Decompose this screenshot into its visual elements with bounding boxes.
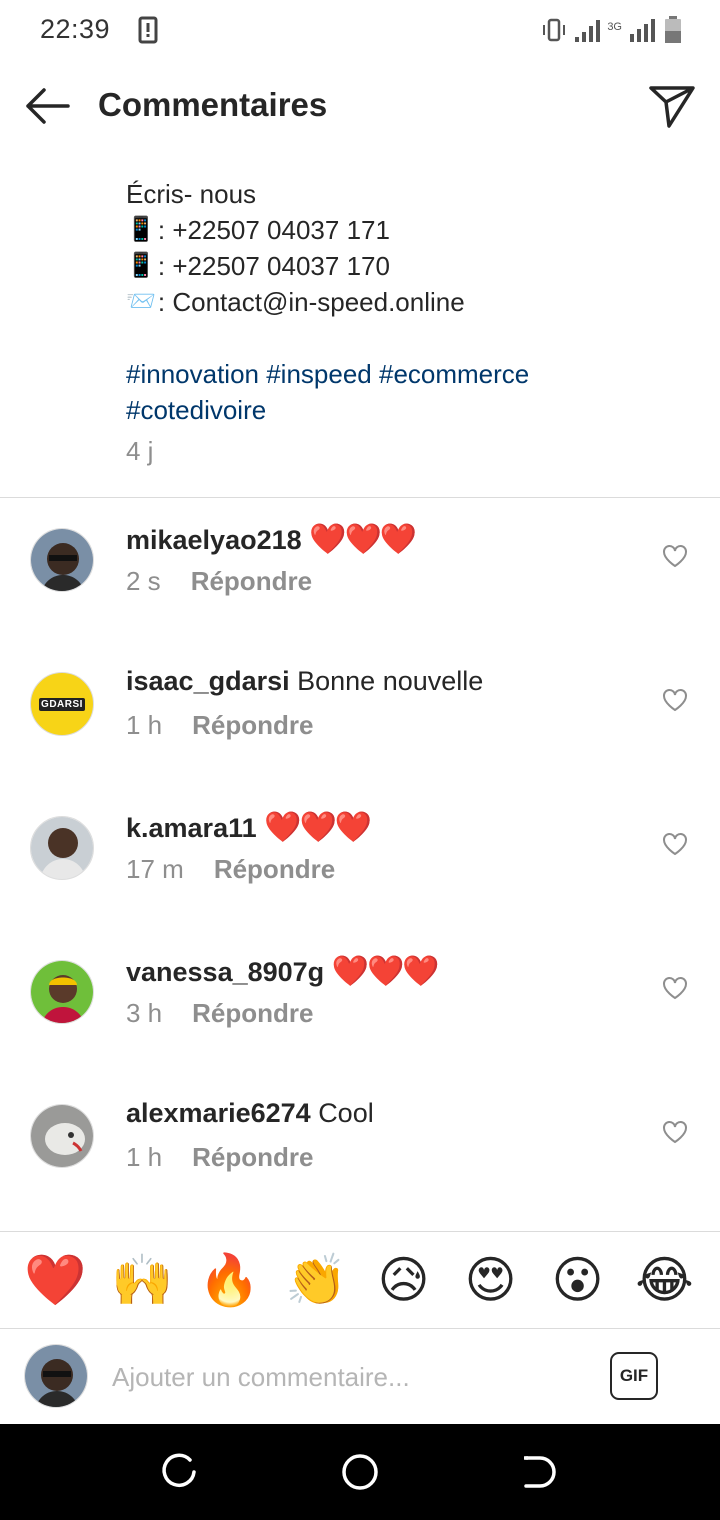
- reply-button[interactable]: Répondre: [192, 710, 313, 740]
- envelope-icon: 📨: [126, 288, 156, 315]
- avatar[interactable]: [30, 816, 94, 880]
- comment-meta: 17 m Répondre: [126, 854, 335, 885]
- comment-time: 17 m: [126, 854, 184, 884]
- comment-body: Bonne nouvelle: [297, 666, 484, 696]
- status-icons: 3G: [541, 16, 682, 49]
- comment-text: isaac_gdarsi Bonne nouvelle: [126, 666, 483, 697]
- heart-outline-icon[interactable]: [662, 1120, 690, 1146]
- reply-button[interactable]: Répondre: [214, 854, 335, 884]
- emoji-reactions-bar: ❤️ 🙌 🔥 👏 😥 😍 😮 😂: [0, 1232, 720, 1328]
- comment-meta: 2 s Répondre: [126, 566, 312, 597]
- caption-phone-1: : +22507 04037 171: [157, 215, 390, 245]
- comment-username[interactable]: k.amara11: [126, 813, 257, 843]
- signal-icon-2: [630, 17, 656, 48]
- comment-time: 1 h: [126, 1142, 163, 1172]
- comment-text: mikaelyao218 ❤️❤️❤️: [126, 522, 417, 557]
- reaction-surprised-emoji[interactable]: 😮: [543, 1250, 613, 1310]
- hashtags-link[interactable]: #innovation #inspeed #ecommerce: [126, 356, 696, 392]
- phone-notification-icon: [138, 16, 158, 49]
- comment-time: 2 s: [126, 566, 161, 596]
- reaction-raised-hands-emoji[interactable]: 🙌: [108, 1250, 178, 1310]
- mobile-phone-icon: 📱: [126, 252, 156, 279]
- status-bar: 22:39 3G: [0, 0, 720, 60]
- heart-outline-icon[interactable]: [662, 832, 690, 858]
- comment-item: mikaelyao218 ❤️❤️❤️ 2 s Répondre: [0, 523, 720, 672]
- comment-body: ❤️❤️❤️: [331, 955, 440, 988]
- reply-button[interactable]: Répondre: [192, 1142, 313, 1172]
- avatar[interactable]: GDARSI: [30, 672, 94, 736]
- system-nav-bar: [0, 1424, 720, 1520]
- avatar[interactable]: [30, 528, 94, 592]
- comment-item: k.amara11 ❤️❤️❤️ 17 m Répondre: [0, 811, 720, 960]
- comment-text: k.amara11 ❤️❤️❤️: [126, 810, 372, 845]
- hashtags-link[interactable]: #cotedivoire: [126, 392, 696, 428]
- reply-button[interactable]: Répondre: [192, 998, 313, 1028]
- reaction-fire-emoji[interactable]: 🔥: [195, 1250, 265, 1310]
- reaction-sad-emoji[interactable]: 😥: [369, 1250, 439, 1310]
- comment-item: alexmarie6274 Cool 1 h Répondre: [0, 1098, 720, 1248]
- comment-item: vanessa_8907g ❤️❤️❤️ 3 h Répondre: [0, 955, 720, 1104]
- reaction-laughing-emoji[interactable]: 😂: [630, 1250, 700, 1310]
- comment-input[interactable]: [110, 1354, 594, 1400]
- caption-line: 📱: +22507 04037 171: [126, 212, 696, 248]
- comment-username[interactable]: isaac_gdarsi: [126, 666, 290, 696]
- heart-outline-icon[interactable]: [662, 976, 690, 1002]
- status-time: 22:39: [40, 14, 111, 44]
- divider: [0, 497, 720, 498]
- comment-body: ❤️❤️❤️: [264, 811, 372, 844]
- signal-icon: [575, 17, 605, 48]
- vibrate-icon: [541, 17, 567, 48]
- comment-text: alexmarie6274 Cool: [126, 1098, 374, 1129]
- comment-text: vanessa_8907g ❤️❤️❤️: [126, 954, 440, 989]
- heart-outline-icon[interactable]: [662, 688, 690, 714]
- reaction-clapping-emoji[interactable]: 👏: [282, 1250, 352, 1310]
- caption-timestamp: 4 j: [126, 436, 154, 466]
- caption-line: 📱: +22507 04037 170: [126, 248, 696, 284]
- back-arrow-icon[interactable]: [24, 86, 72, 126]
- caption-line: 📨: Contact@in-speed.online: [126, 284, 696, 320]
- comment-username[interactable]: alexmarie6274: [126, 1098, 311, 1128]
- comment-time: 1 h: [126, 710, 163, 740]
- gif-button[interactable]: GIF: [610, 1352, 658, 1400]
- comment-body: Cool: [318, 1098, 374, 1128]
- comment-meta: 3 h Répondre: [126, 998, 314, 1029]
- comment-username[interactable]: mikaelyao218: [126, 525, 302, 555]
- reply-button[interactable]: Répondre: [191, 566, 312, 596]
- battery-icon: [664, 16, 682, 49]
- caption-phone-2: : +22507 04037 170: [157, 251, 390, 281]
- avatar[interactable]: [30, 960, 94, 1024]
- home-icon[interactable]: [340, 1452, 380, 1492]
- comment-time: 3 h: [126, 998, 163, 1028]
- comment-body: ❤️❤️❤️: [309, 523, 417, 556]
- share-send-icon[interactable]: [648, 84, 696, 130]
- comment-input-bar: GIF: [0, 1328, 720, 1424]
- comment-username[interactable]: vanessa_8907g: [126, 957, 324, 987]
- network-type-label: 3G: [607, 20, 622, 33]
- caption-line: Écris- nous: [126, 176, 696, 212]
- heart-outline-icon[interactable]: [662, 544, 690, 570]
- back-nav-icon[interactable]: [518, 1452, 558, 1492]
- comment-meta: 1 h Répondre: [126, 710, 314, 741]
- caption-text: Écris- nous: [126, 179, 257, 209]
- header: Commentaires: [0, 60, 720, 152]
- current-user-avatar: [24, 1344, 88, 1408]
- comment-meta: 1 h Répondre: [126, 1142, 314, 1173]
- comment-item: GDARSI isaac_gdarsi Bonne nouvelle 1 h Ré…: [0, 666, 720, 816]
- recent-apps-icon[interactable]: [160, 1452, 200, 1492]
- caption-email: : Contact@in-speed.online: [157, 287, 465, 317]
- reaction-heart-emoji[interactable]: ❤️: [21, 1250, 91, 1310]
- avatar-logo-text: GDARSI: [39, 697, 85, 711]
- reaction-heart-eyes-emoji[interactable]: 😍: [456, 1250, 526, 1310]
- mobile-phone-icon: 📱: [126, 216, 156, 243]
- page-title: Commentaires: [98, 86, 328, 123]
- post-caption: Écris- nous 📱: +22507 04037 171 📱: +2250…: [126, 176, 696, 428]
- avatar[interactable]: [30, 1104, 94, 1168]
